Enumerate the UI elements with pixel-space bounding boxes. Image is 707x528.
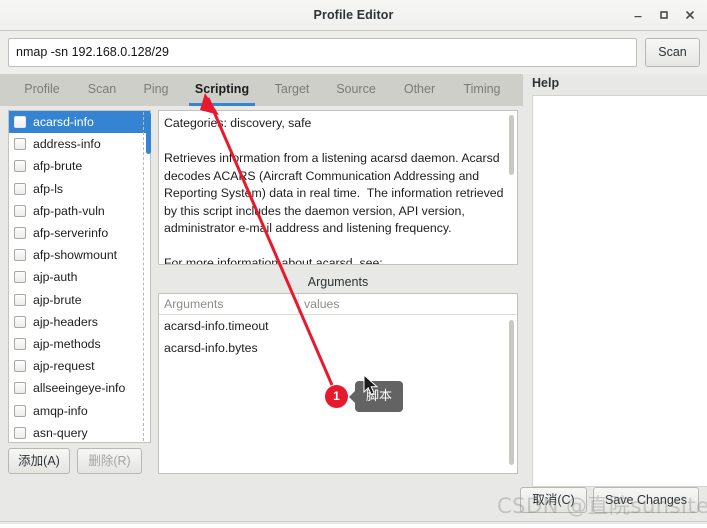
maximize-icon[interactable]	[651, 2, 677, 28]
arguments-table-header: Arguments values	[159, 294, 517, 315]
script-list-item[interactable]: ajp-headers	[9, 311, 150, 333]
script-list-item-label: ajp-brute	[33, 292, 82, 307]
tab-target[interactable]: Target	[263, 74, 321, 106]
script-list-item[interactable]: address-info	[9, 133, 150, 155]
tab-source[interactable]: Source	[325, 74, 387, 106]
tab-timing[interactable]: Timing	[452, 74, 512, 106]
tab-other[interactable]: Other	[392, 74, 447, 106]
arguments-table: Arguments values acarsd-info.timeout acar…	[158, 293, 518, 474]
script-checkbox[interactable]	[14, 182, 26, 195]
script-checkbox[interactable]	[14, 271, 26, 284]
script-checkbox[interactable]	[14, 404, 26, 417]
tab-profile[interactable]: Profile	[12, 74, 72, 106]
argument-value-cell[interactable]	[299, 337, 517, 359]
script-list-item[interactable]: afp-brute	[9, 155, 150, 177]
delete-button[interactable]: 删除(R)	[77, 448, 142, 474]
script-list[interactable]: acarsd-info address-info afp-brute afp-ls af…	[8, 110, 151, 443]
command-bar: nmap -sn 192.168.0.128/29 Scan	[0, 31, 707, 74]
column-header-values: values	[304, 297, 340, 311]
tab-bar: Profile Scan Ping Scripting Target Source Othe…	[0, 74, 523, 106]
script-list-item-label: afp-path-vuln	[33, 203, 105, 218]
add-button[interactable]: 添加(A)	[8, 448, 70, 474]
script-checkbox[interactable]	[14, 249, 26, 262]
argument-value-cell[interactable]	[299, 315, 517, 337]
tab-ping[interactable]: Ping	[131, 74, 181, 106]
script-list-item-label: ajp-methods	[33, 336, 101, 351]
script-checkbox[interactable]	[14, 360, 26, 373]
close-icon[interactable]	[677, 2, 703, 28]
scan-button[interactable]: Scan	[645, 38, 700, 67]
script-description-text: Categories: discovery, safe Retrieves in…	[164, 116, 504, 265]
script-list-item[interactable]: acarsd-info	[9, 111, 150, 134]
argument-name-cell: acarsd-info.bytes	[164, 341, 258, 355]
profile-editor-window: Profile Editor nmap -sn 192.168.0.128/29…	[0, 0, 707, 528]
script-list-scrollbar[interactable]	[146, 112, 151, 154]
script-checkbox[interactable]	[14, 382, 26, 395]
bottom-divider	[0, 521, 707, 522]
script-checkbox[interactable]	[14, 138, 26, 151]
script-checkbox[interactable]	[14, 227, 26, 240]
script-list-item[interactable]: asn-query	[9, 422, 150, 442]
script-list-item-label: allseeingeye-info	[33, 381, 126, 396]
script-list-item-label: afp-ls	[33, 181, 64, 196]
script-list-item-label: afp-serverinfo	[33, 226, 109, 241]
script-checkbox[interactable]	[14, 337, 26, 350]
script-checkbox[interactable]	[14, 315, 26, 328]
arguments-scrollbar[interactable]	[509, 320, 514, 465]
script-list-item[interactable]: afp-serverinfo	[9, 222, 150, 244]
window-title: Profile Editor	[313, 8, 394, 22]
window-controls	[625, 0, 703, 30]
argument-name-cell: acarsd-info.timeout	[164, 319, 269, 333]
script-list-item[interactable]: ajp-methods	[9, 333, 150, 355]
command-input[interactable]: nmap -sn 192.168.0.128/29	[8, 38, 637, 67]
script-list-item-label: ajp-headers	[33, 314, 98, 329]
tab-scripting[interactable]: Scripting	[183, 74, 261, 106]
script-description-panel: Categories: discovery, safe Retrieves in…	[158, 110, 518, 265]
description-scrollbar-thumb[interactable]	[509, 115, 514, 175]
script-list-item[interactable]: afp-ls	[9, 178, 150, 200]
help-label: Help	[532, 76, 560, 90]
bottom-edge	[0, 524, 707, 528]
script-list-item-label: asn-query	[33, 425, 88, 440]
script-list-item-label: acarsd-info	[33, 115, 94, 130]
script-list-item-label: afp-brute	[33, 159, 83, 174]
script-list-divider	[143, 112, 145, 441]
watermark: CSDN @直院sunsite	[497, 494, 707, 518]
script-list-item[interactable]: ajp-brute	[9, 289, 150, 311]
script-list-item[interactable]: ajp-request	[9, 355, 150, 377]
script-list-item[interactable]: allseeingeye-info	[9, 377, 150, 399]
script-list-item-label: afp-showmount	[33, 248, 118, 263]
script-checkbox[interactable]	[14, 204, 26, 217]
help-content-panel	[532, 95, 707, 487]
script-list-item-label: ajp-request	[33, 359, 95, 374]
arguments-table-row[interactable]: acarsd-info.bytes	[159, 337, 517, 359]
script-checkbox[interactable]	[14, 293, 26, 306]
script-list-item-label: amqp-info	[33, 403, 88, 418]
script-list-item-label: address-info	[33, 137, 101, 152]
script-list-item-label: ajp-auth	[33, 270, 78, 285]
script-list-item[interactable]: afp-showmount	[9, 244, 150, 266]
script-list-item[interactable]: ajp-auth	[9, 266, 150, 288]
script-checkbox[interactable]	[14, 426, 26, 439]
titlebar: Profile Editor	[0, 0, 707, 31]
script-checkbox[interactable]	[14, 116, 26, 129]
description-scrollbar[interactable]	[509, 115, 514, 260]
script-checkbox[interactable]	[14, 160, 26, 173]
arguments-title: Arguments	[307, 275, 369, 289]
arguments-table-row[interactable]: acarsd-info.timeout	[159, 315, 517, 337]
script-list-item[interactable]: amqp-info	[9, 399, 150, 421]
script-list-item[interactable]: afp-path-vuln	[9, 200, 150, 222]
minimize-icon[interactable]	[625, 2, 651, 28]
column-header-arguments: Arguments	[159, 294, 299, 314]
tab-scan[interactable]: Scan	[75, 74, 129, 106]
